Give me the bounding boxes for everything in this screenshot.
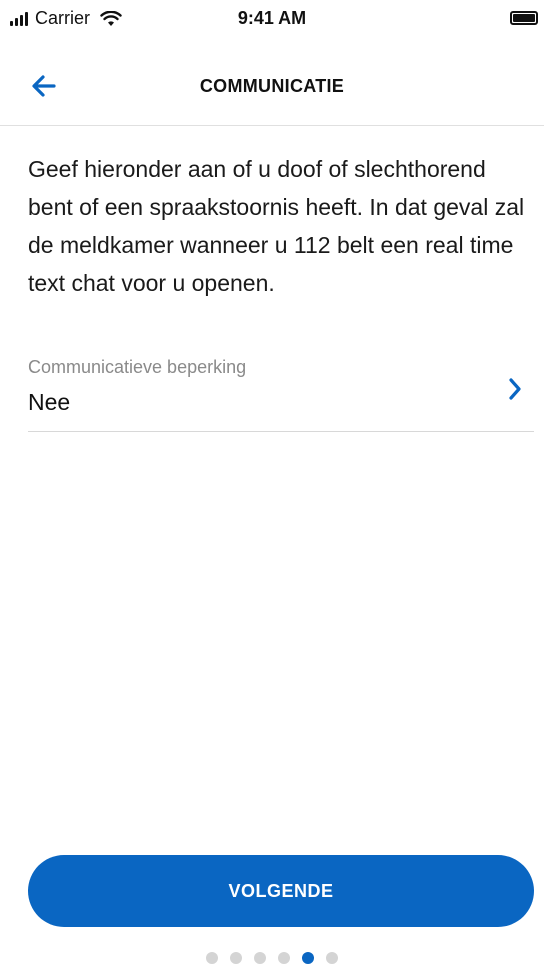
status-bar: Carrier 9:41 AM	[0, 0, 544, 44]
nav-bar: COMMUNICATIE	[0, 44, 544, 126]
page-dot-4	[278, 952, 290, 964]
page-dot-3	[254, 952, 266, 964]
page-dot-2	[230, 952, 242, 964]
next-button[interactable]: VOLGENDE	[28, 855, 534, 927]
description-text: Geef hieronder aan of u doof of slechtho…	[28, 156, 525, 296]
field-label: Communicatieve beperking	[28, 357, 247, 377]
battery-fill	[513, 14, 535, 22]
field-value: Nee	[28, 389, 71, 415]
communication-limitation-field[interactable]: Communicatieve beperking Nee	[28, 355, 534, 432]
page-dot-1	[206, 952, 218, 964]
chevron-right-icon	[509, 378, 521, 400]
screen: Carrier 9:41 AM COMMUNICATIE Geef hieron…	[0, 0, 544, 968]
page-dot-5	[302, 952, 314, 964]
page-title: COMMUNICATIE	[199, 76, 345, 96]
status-time: 9:41 AM	[237, 8, 307, 28]
page-dot-6	[326, 952, 338, 964]
pagination-dots	[0, 952, 544, 964]
battery-icon	[510, 11, 538, 25]
